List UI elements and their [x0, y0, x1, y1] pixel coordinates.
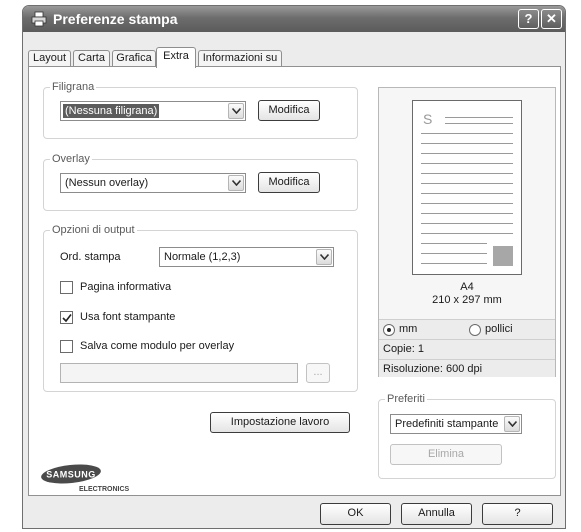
close-button[interactable]: ✕ [541, 9, 562, 29]
inch-radio[interactable] [469, 324, 481, 336]
samsung-logo: SAMSUNG ELECTRONICS [41, 464, 151, 497]
mm-label: mm [399, 323, 418, 335]
watermark-edit-button[interactable]: Modifica [258, 100, 320, 121]
ok-button[interactable]: OK [320, 503, 391, 525]
overlay-path-field[interactable] [60, 363, 298, 383]
delete-favorite-button[interactable]: Elimina [390, 444, 502, 465]
image-placeholder [493, 246, 513, 266]
overlay-group: Overlay (Nessun overlay) Modifica [43, 153, 358, 211]
chevron-down-icon [504, 416, 520, 432]
overlay-group-label: Overlay [50, 153, 92, 165]
output-options-group-label: Opzioni di output [50, 224, 137, 236]
save-overlay-checkbox[interactable] [60, 340, 73, 353]
window-title: Preferenze stampa [53, 11, 178, 27]
print-order-value: Normale (1,2,3) [164, 251, 241, 263]
paper-preview: S [412, 100, 522, 275]
print-order-select[interactable]: Normale (1,2,3) [159, 247, 334, 267]
overlay-edit-button[interactable]: Modifica [258, 172, 320, 193]
print-order-label: Ord. stampa [60, 251, 121, 263]
printer-font-checkbox[interactable] [60, 311, 73, 324]
favorites-select-value: Predefiniti stampante [395, 418, 499, 430]
cancel-button[interactable]: Annulla [401, 503, 472, 525]
chevron-down-icon [228, 103, 244, 119]
info-page-checkbox[interactable] [60, 281, 73, 294]
svg-text:SAMSUNG: SAMSUNG [46, 470, 96, 480]
help-title-button[interactable]: ? [518, 9, 539, 29]
tab-grafica[interactable]: Grafica [112, 50, 156, 67]
tab-extra[interactable]: Extra [156, 47, 196, 68]
chevron-down-icon [228, 175, 244, 191]
extra-tab-panel: Filigrana (Nessuna filigrana) Modifica O… [28, 66, 561, 496]
inch-label: pollici [485, 323, 513, 335]
favorites-group: Preferiti Predefiniti stampante Elimina [378, 393, 556, 479]
copies-text: Copie: 1 [383, 343, 424, 355]
tab-carta[interactable]: Carta [73, 50, 110, 67]
save-overlay-label: Salva come modulo per overlay [80, 340, 235, 352]
page-letter: S [423, 111, 433, 127]
resolution-text: Risoluzione: 600 dpi [383, 363, 483, 375]
overlay-select[interactable]: (Nessun overlay) [60, 173, 246, 193]
watermark-select[interactable]: (Nessuna filigrana) [60, 101, 246, 121]
paper-name: A4 [460, 281, 474, 293]
tab-layout[interactable]: Layout [28, 50, 71, 67]
printer-font-label: Usa font stampante [80, 311, 176, 323]
mm-radio[interactable] [383, 324, 395, 336]
print-preferences-dialog: Preferenze stampa ? ✕ Layout Carta Grafi… [22, 5, 566, 529]
watermark-select-value: (Nessuna filigrana) [63, 104, 160, 118]
printer-icon [31, 11, 47, 27]
info-page-label: Pagina informativa [80, 281, 172, 293]
svg-text:ELECTRONICS: ELECTRONICS [79, 486, 130, 493]
overlay-select-value: (Nessun overlay) [65, 177, 149, 189]
favorites-select[interactable]: Predefiniti stampante [390, 414, 522, 434]
chevron-down-icon [316, 249, 332, 265]
tab-informazioni[interactable]: Informazioni su [198, 50, 282, 67]
title-bar: Preferenze stampa ? ✕ [23, 6, 565, 32]
samsung-logo-mark: SAMSUNG ELECTRONICS [41, 464, 130, 493]
copies-row: Copie: 1 [379, 339, 555, 359]
watermark-group: Filigrana (Nessuna filigrana) Modifica [43, 81, 358, 139]
favorites-group-label: Preferiti [385, 393, 427, 405]
resolution-row: Risoluzione: 600 dpi [379, 359, 555, 377]
checkmark-icon [62, 314, 72, 323]
page-preview: S A4 210 x 297 mm mm pollici Copie: 1 Ri… [378, 87, 556, 377]
paper-size: 210 x 297 mm [432, 294, 502, 306]
output-options-group: Opzioni di output Ord. stampa Normale (1… [43, 224, 358, 392]
help-button[interactable]: ? [482, 503, 553, 525]
unit-row: mm pollici [379, 319, 555, 339]
job-settings-button[interactable]: Impostazione lavoro [210, 412, 350, 433]
browse-button[interactable]: ... [306, 363, 330, 383]
watermark-group-label: Filigrana [50, 81, 97, 93]
